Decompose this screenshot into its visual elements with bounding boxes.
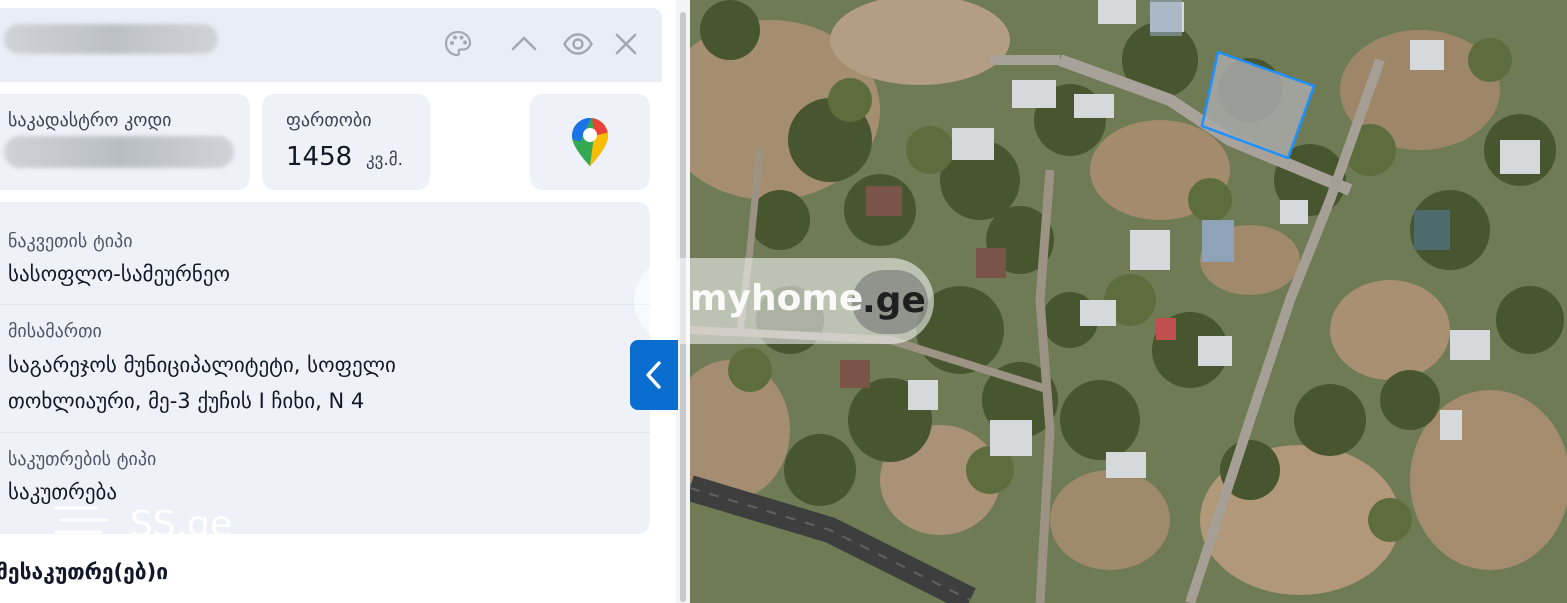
palette-icon[interactable]: [440, 26, 476, 62]
area-value: 1458: [286, 142, 353, 172]
ownership-type-label: საკუთრების ტიპი: [8, 449, 157, 470]
divider: [0, 432, 650, 433]
myhome-watermark-domain: .ge: [862, 280, 926, 321]
plot-type-value: სასოფლო-სამეურნეო: [8, 262, 230, 286]
divider: [0, 304, 650, 305]
blurred-owner-name: [4, 24, 218, 54]
owners-heading: მესაკუთრე(ებ)ი: [0, 560, 169, 584]
chevron-left-icon: [646, 361, 661, 389]
area-unit: კვ.მ.: [366, 150, 404, 170]
cadastral-code-label: საკადასტრო კოდი: [8, 110, 172, 131]
address-label: მისამართი: [8, 321, 102, 342]
address-line-2: თოხლიაური, მე-3 ქუჩის I ჩიხი, N 4: [8, 389, 365, 413]
area-label: ფართობი: [286, 110, 372, 131]
chevron-up-icon[interactable]: [506, 26, 542, 62]
close-icon[interactable]: [608, 26, 644, 62]
collapse-panel-button[interactable]: [630, 340, 678, 410]
plot-type-label: ნაკვეთის ტიპი: [8, 231, 133, 252]
blurred-cadastral-code: [4, 136, 234, 168]
google-maps-pin-icon: [572, 118, 608, 166]
address-line-1: საგარეჯოს მუნიციპალიტეტი, სოფელი: [8, 353, 396, 377]
ss-logo-icon: [54, 506, 112, 546]
eye-icon[interactable]: [560, 26, 596, 62]
ss-watermark-text: SS.ge: [130, 504, 233, 545]
google-maps-button[interactable]: [530, 94, 650, 190]
myhome-watermark-text: myhome: [690, 278, 864, 319]
